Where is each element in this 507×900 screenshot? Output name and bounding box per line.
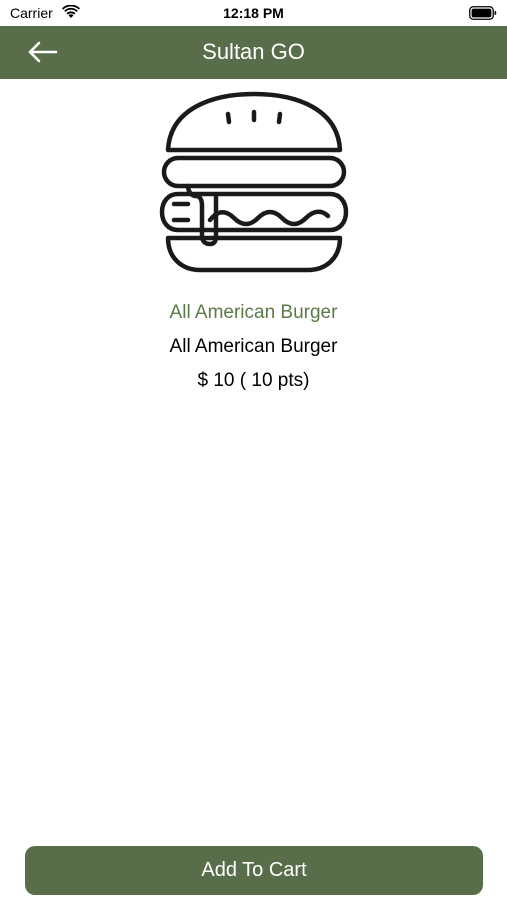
page-title: Sultan GO [202,39,305,64]
status-bar: Carrier 12:18 PM [0,0,507,26]
status-time: 12:18 PM [223,5,284,21]
product-name: All American Burger [169,336,338,357]
product-price: $ 10 ( 10 pts) [197,370,310,391]
burger-icon [159,91,349,273]
add-to-cart-button[interactable]: Add To Cart [25,846,483,895]
navigation-bar: Sultan GO [0,26,507,79]
battery-icon [469,6,497,20]
product-category: All American Burger [169,302,338,323]
